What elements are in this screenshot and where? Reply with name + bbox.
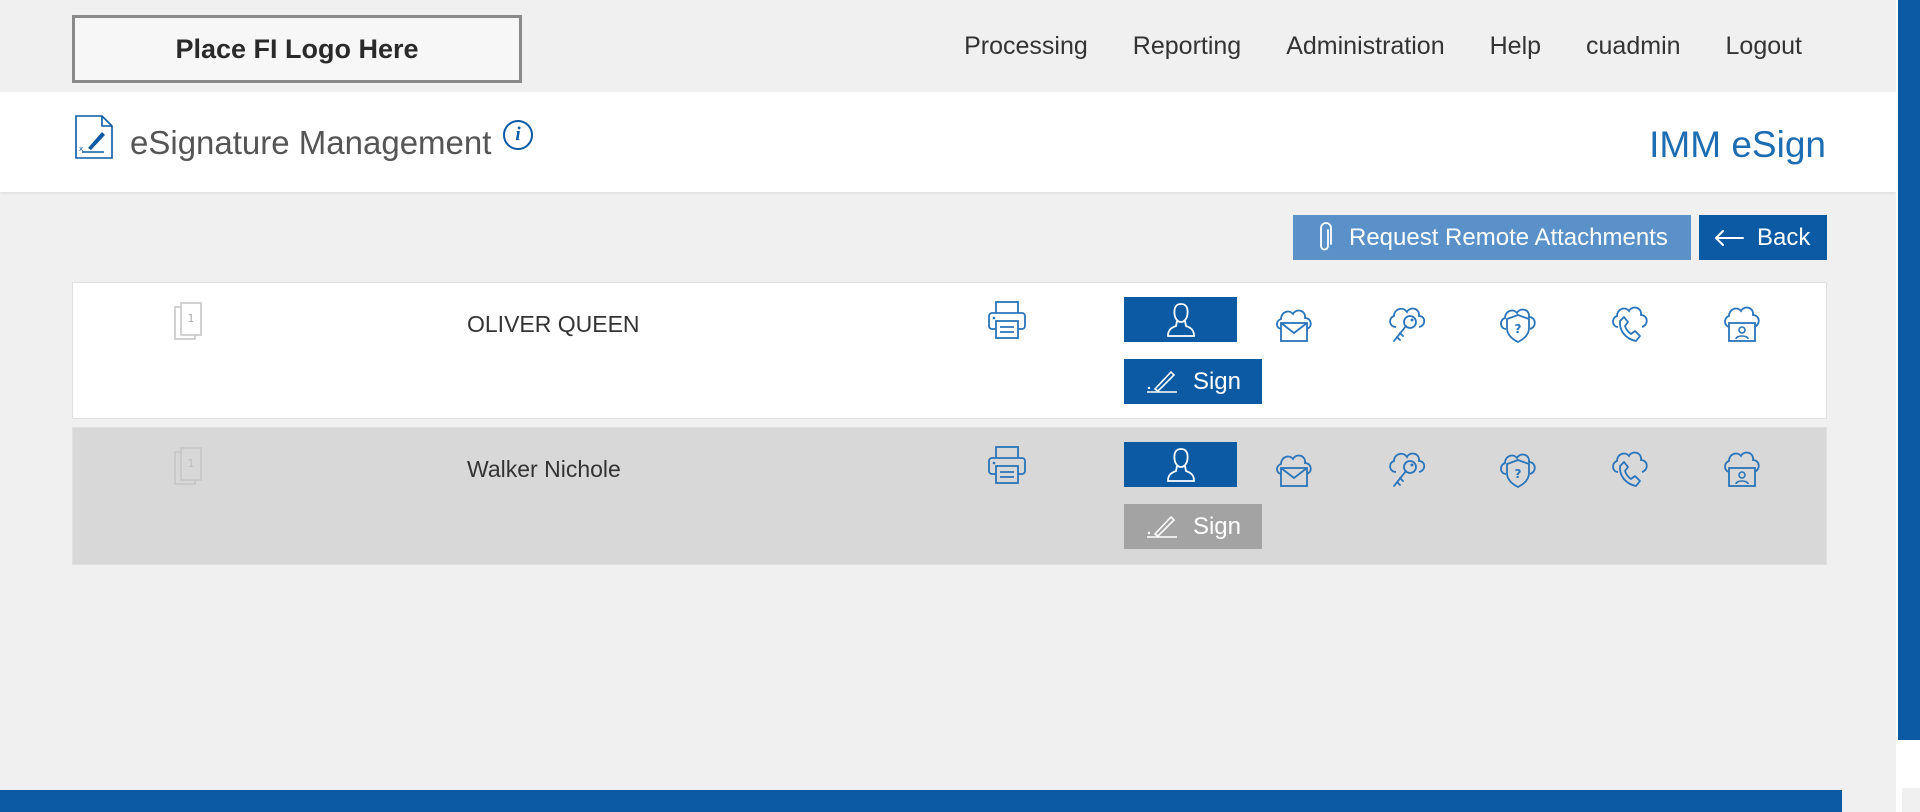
request-remote-attachments-button[interactable]: Request Remote Attachments — [1293, 215, 1691, 260]
nav-logout[interactable]: Logout — [1726, 32, 1802, 61]
nav-user-account[interactable]: cuadmin — [1586, 32, 1681, 61]
cloud-key-icon[interactable] — [1384, 301, 1428, 345]
nav-reporting[interactable]: Reporting — [1133, 32, 1241, 61]
printer-icon[interactable] — [986, 299, 1028, 341]
cloud-phone-icon[interactable] — [1608, 301, 1652, 345]
arrow-left-icon — [1715, 229, 1744, 246]
nav-processing[interactable]: Processing — [964, 32, 1088, 61]
signer-name: OLIVER QUEEN — [467, 311, 640, 337]
cloud-email-icon[interactable] — [1272, 446, 1316, 490]
scrollbar-thumb[interactable] — [1898, 0, 1920, 740]
signer-profile-button[interactable] — [1124, 442, 1237, 487]
pen-signature-icon — [1146, 515, 1177, 538]
page-title: eSignature Management — [130, 124, 492, 161]
svg-text:?: ? — [1515, 322, 1522, 336]
signer-name: Walker Nichole — [467, 456, 621, 482]
document-page-count-icon: 1 — [174, 302, 202, 340]
vertical-scrollbar[interactable] — [1896, 0, 1920, 812]
nav-administration[interactable]: Administration — [1286, 32, 1444, 61]
nav-help[interactable]: Help — [1490, 32, 1541, 61]
svg-text:x: x — [79, 145, 83, 153]
page-count-text: 1 — [188, 457, 195, 470]
svg-text:?: ? — [1515, 467, 1522, 481]
sign-label: Sign — [1192, 367, 1242, 395]
request-remote-attachments-label: Request Remote Attachments — [1349, 223, 1668, 251]
scrollbar-track — [1902, 788, 1920, 812]
cloud-phone-icon[interactable] — [1608, 446, 1652, 490]
signer-row: 1 Walker Nichole Sign ? — [72, 427, 1827, 565]
app-name: IMM eSign — [1649, 124, 1826, 165]
user-icon — [1166, 447, 1195, 482]
sign-button-disabled[interactable]: Sign — [1124, 504, 1262, 549]
footer-bar — [0, 790, 1842, 812]
main-nav: Processing Reporting Administration Help… — [964, 32, 1802, 61]
printer-icon[interactable] — [986, 444, 1028, 486]
document-page-count-icon: 1 — [174, 447, 202, 485]
page-count-text: 1 — [188, 312, 195, 325]
top-header: Place FI Logo Here Processing Reporting … — [0, 0, 1896, 92]
paperclip-icon — [1320, 221, 1332, 250]
cloud-shield-question-icon[interactable]: ? — [1496, 301, 1540, 345]
signer-row: 1 OLIVER QUEEN Sign ? — [72, 282, 1827, 419]
pen-signature-icon — [1146, 370, 1177, 393]
back-button[interactable]: Back — [1699, 215, 1827, 260]
page-title-bar: x eSignature Management i IMM eSign — [0, 92, 1896, 192]
signer-profile-button[interactable] — [1124, 297, 1237, 342]
cloud-id-card-icon[interactable] — [1720, 301, 1764, 345]
sign-button[interactable]: Sign — [1124, 359, 1262, 404]
user-icon — [1166, 302, 1195, 337]
fi-logo-placeholder: Place FI Logo Here — [72, 15, 522, 83]
info-icon[interactable]: i — [503, 120, 533, 150]
sign-label: Sign — [1192, 512, 1242, 540]
cloud-id-card-icon[interactable] — [1720, 446, 1764, 490]
back-label: Back — [1757, 223, 1811, 251]
esignature-document-icon: x — [75, 115, 113, 159]
cloud-shield-question-icon[interactable]: ? — [1496, 446, 1540, 490]
cloud-key-icon[interactable] — [1384, 446, 1428, 490]
cloud-email-icon[interactable] — [1272, 301, 1316, 345]
